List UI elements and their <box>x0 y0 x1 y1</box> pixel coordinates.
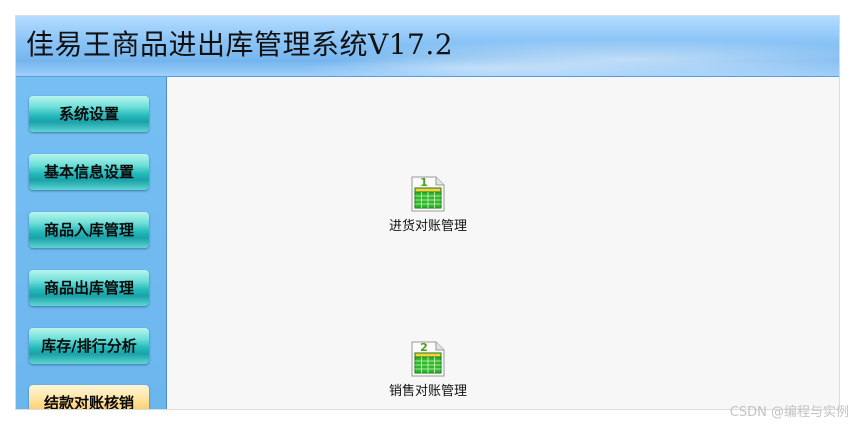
title-banner: 佳易王商品进出库管理系统V17.2 <box>16 16 839 77</box>
sales-reconciliation-item[interactable]: 2 销售对账管理 <box>373 339 483 399</box>
sales-reconciliation-label: 销售对账管理 <box>388 384 467 399</box>
nav-button-basic-info-settings[interactable]: 基本信息设置 <box>29 154 149 190</box>
nav-button-payment-reconciliation[interactable]: 结款对账核销 <box>29 385 149 409</box>
nav-button-system-settings[interactable]: 系统设置 <box>29 96 149 132</box>
spreadsheet-icon: 2 <box>411 341 445 377</box>
nav-button-inventory-ranking[interactable]: 库存/排行分析 <box>29 328 149 364</box>
spreadsheet-icon: 1 <box>411 176 445 212</box>
sidebar: 系统设置 基本信息设置 商品入库管理 商品出库管理 库存/排行分析 结款对账核销 <box>16 77 167 409</box>
spreadsheet-number: 1 <box>420 176 428 189</box>
nav-button-goods-inbound[interactable]: 商品入库管理 <box>29 212 149 248</box>
nav-button-goods-outbound[interactable]: 商品出库管理 <box>29 270 149 306</box>
app-window: 佳易王商品进出库管理系统V17.2 系统设置 基本信息设置 商品入库管理 商品出… <box>16 16 839 409</box>
watermark: CSDN @编程与实例 <box>729 405 849 420</box>
purchase-reconciliation-item[interactable]: 1 进货对账管理 <box>373 174 483 234</box>
purchase-reconciliation-label: 进货对账管理 <box>388 219 467 234</box>
content-area: 1 进货对账管理 2 销售对账管理 <box>167 77 839 409</box>
spreadsheet-number: 2 <box>420 341 428 354</box>
app-title: 佳易王商品进出库管理系统V17.2 <box>26 28 454 61</box>
